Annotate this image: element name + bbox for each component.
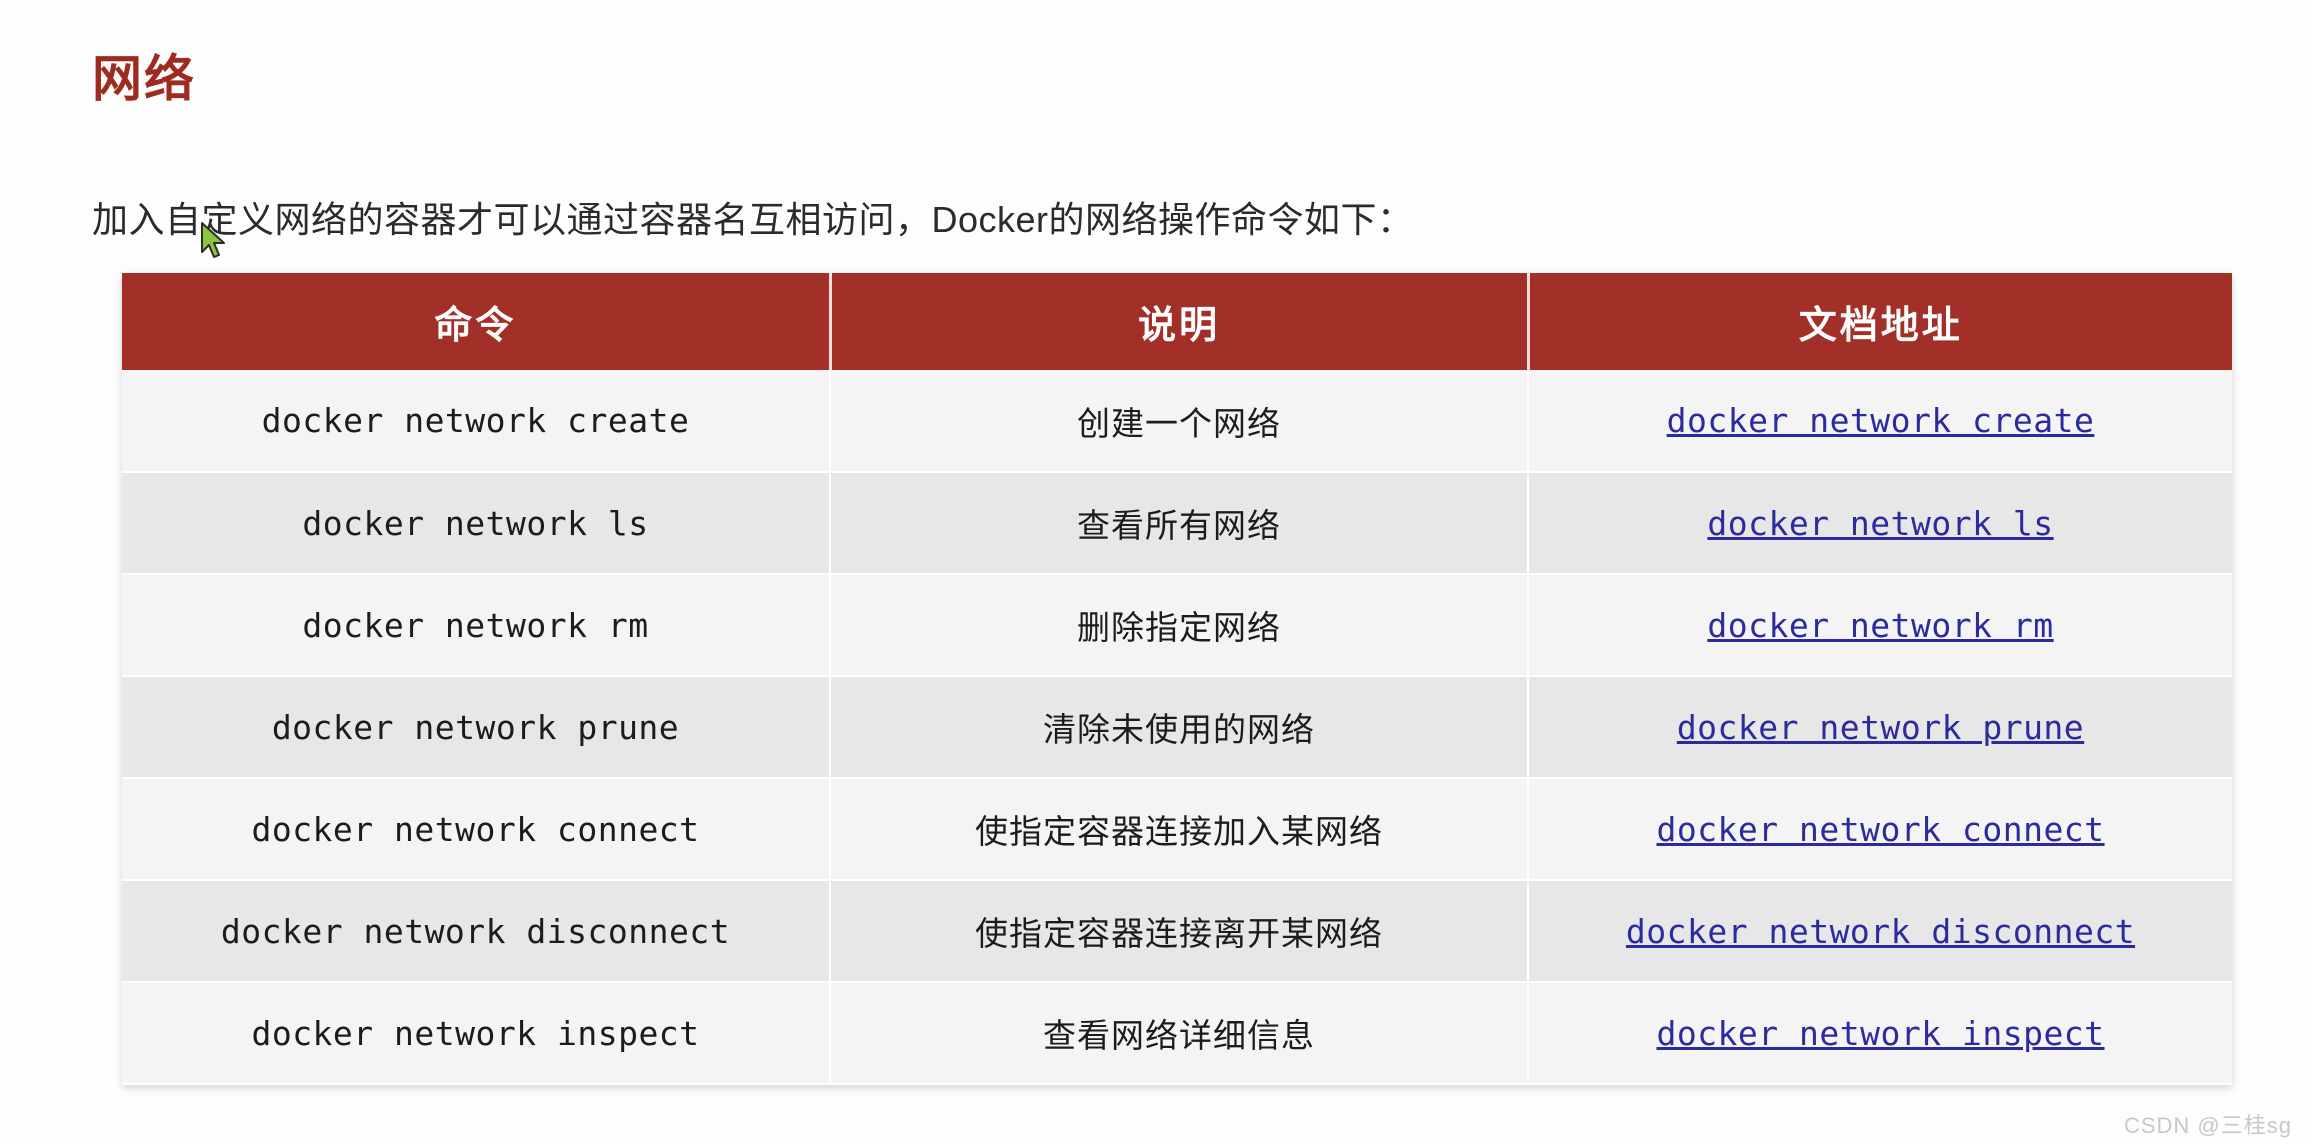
cell-doc-link[interactable]: docker network connect (1528, 778, 2232, 881)
table-row: docker network ls 查看所有网络 docker network … (122, 472, 2232, 575)
doc-link[interactable]: docker network rm (1707, 606, 2053, 645)
doc-link[interactable]: docker network ls (1707, 504, 2053, 543)
doc-link[interactable]: docker network disconnect (1626, 912, 2135, 951)
column-header-doc-address: 文档地址 (1528, 273, 2232, 370)
cell-description: 查看网络详细信息 (830, 982, 1529, 1085)
cell-doc-link[interactable]: docker network inspect (1528, 982, 2232, 1085)
cell-command: docker network rm (122, 574, 831, 677)
doc-link[interactable]: docker network inspect (1656, 1014, 2104, 1053)
cell-command: docker network disconnect (122, 880, 831, 983)
intro-paragraph: 加入自定义网络的容器才可以通过容器名互相访问，Docker的网络操作命令如下： (92, 199, 1414, 240)
cell-description: 创建一个网络 (830, 370, 1529, 473)
table-row: docker network inspect 查看网络详细信息 docker n… (122, 982, 2232, 1085)
table-head: 命令 说明 文档地址 (122, 273, 2232, 370)
cell-doc-link[interactable]: docker network ls (1528, 472, 2232, 575)
cell-command: docker network create (122, 370, 831, 473)
cell-doc-link[interactable]: docker network prune (1528, 676, 2232, 779)
column-header-description: 说明 (830, 273, 1530, 370)
watermark: CSDN @三桂sg (2123, 1113, 2292, 1138)
column-header-command: 命令 (122, 273, 832, 370)
table-header-row: 命令 说明 文档地址 (122, 273, 2232, 370)
cell-description: 使指定容器连接离开某网络 (830, 880, 1529, 983)
page-title: 网络 (92, 50, 196, 107)
docker-network-commands-table: 命令 说明 文档地址 docker network create 创建一个网络 … (122, 273, 2232, 1085)
doc-link[interactable]: docker network connect (1656, 810, 2104, 849)
table: 命令 说明 文档地址 docker network create 创建一个网络 … (122, 273, 2232, 1085)
doc-link[interactable]: docker network prune (1677, 708, 2084, 747)
document-page: 网络 加入自定义网络的容器才可以通过容器名互相访问，Docker的网络操作命令如… (0, 0, 2310, 1146)
table-row: docker network create 创建一个网络 docker netw… (122, 370, 2232, 473)
cell-command: docker network prune (122, 676, 831, 779)
cell-doc-link[interactable]: docker network create (1528, 370, 2232, 473)
cell-description: 删除指定网络 (830, 574, 1529, 677)
table-row: docker network connect 使指定容器连接加入某网络 dock… (122, 778, 2232, 881)
table-body: docker network create 创建一个网络 docker netw… (122, 370, 2232, 1085)
table-row: docker network prune 清除未使用的网络 docker net… (122, 676, 2232, 779)
cell-command: docker network connect (122, 778, 831, 881)
table-row: docker network disconnect 使指定容器连接离开某网络 d… (122, 880, 2232, 983)
cell-command: docker network ls (122, 472, 831, 575)
table-row: docker network rm 删除指定网络 docker network … (122, 574, 2232, 677)
cell-command: docker network inspect (122, 982, 831, 1085)
cell-doc-link[interactable]: docker network disconnect (1528, 880, 2232, 983)
cell-doc-link[interactable]: docker network rm (1528, 574, 2232, 677)
cell-description: 使指定容器连接加入某网络 (830, 778, 1529, 881)
cell-description: 查看所有网络 (830, 472, 1529, 575)
doc-link[interactable]: docker network create (1667, 401, 2095, 440)
cell-description: 清除未使用的网络 (830, 676, 1529, 779)
